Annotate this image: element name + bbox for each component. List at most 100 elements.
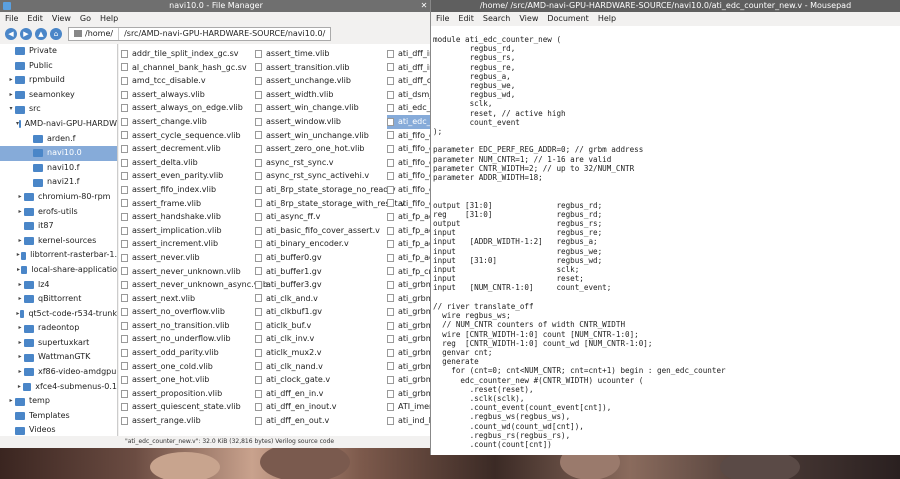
sidebar-item[interactable]: ▸ qt5ct-code-r534-trunk — [0, 307, 117, 322]
sidebar-item[interactable]: navi21.f — [0, 175, 117, 190]
file-item[interactable]: ati_async_ff.v — [255, 210, 387, 224]
file-item[interactable]: ati_dff_ou — [387, 74, 432, 88]
back-arrow-icon[interactable]: ◀ — [5, 28, 17, 40]
file-item[interactable]: assert_proposition.vlib — [121, 387, 253, 401]
menu-search[interactable]: Search — [483, 12, 510, 26]
menu-view[interactable]: View — [519, 12, 538, 26]
sidebar-item[interactable]: ▸ erofs-utils — [0, 205, 117, 220]
file-item[interactable]: ati_grbm — [387, 332, 432, 346]
file-item[interactable]: ati_dff_en_inout.v — [255, 400, 387, 414]
file-item[interactable]: assert_change.vlib — [121, 115, 253, 129]
fm-titlebar[interactable]: navi10.0 - File Manager ✕ — [0, 0, 432, 12]
file-item[interactable]: assert_fifo_index.vlib — [121, 183, 253, 197]
sidebar-item[interactable]: ▸ xfce4-submenus-0.1 — [0, 380, 117, 395]
file-item[interactable]: assert_implication.vlib — [121, 224, 253, 238]
sidebar-item[interactable]: ▸ rpmbuild — [0, 73, 117, 88]
file-item[interactable]: ati_fp_ad — [387, 237, 432, 251]
file-item[interactable]: assert_always_on_edge.vlib — [121, 101, 253, 115]
file-item[interactable]: assert_no_transition.vlib — [121, 319, 253, 333]
file-item[interactable]: ati_grbm — [387, 319, 432, 333]
file-item[interactable]: assert_never_unknown_async.vlib — [121, 278, 268, 292]
file-item[interactable]: ati_fp_ad — [387, 251, 432, 265]
file-item[interactable]: addr_tile_split_index_gc.sv — [121, 47, 253, 61]
up-arrow-icon[interactable]: ▲ — [35, 28, 47, 40]
file-item[interactable]: ati_dff_in — [387, 61, 432, 75]
file-item[interactable]: ati_grbm — [387, 346, 432, 360]
file-item[interactable]: ati_edc_c — [387, 114, 432, 129]
path-bar[interactable]: /home/ /src/AMD-navi-GPU-HARDWARE-SOURCE… — [68, 27, 332, 41]
file-item[interactable]: assert_delta.vlib — [121, 156, 253, 170]
file-item[interactable]: assert_decrement.vlib — [121, 142, 253, 156]
sidebar-item[interactable]: ▸ temp — [0, 394, 117, 409]
menu-file[interactable]: File — [436, 12, 449, 26]
file-item[interactable]: ati_fifo_c — [387, 169, 432, 183]
menu-view[interactable]: View — [52, 12, 71, 25]
file-item[interactable]: async_rst_sync.v — [255, 156, 387, 170]
file-item[interactable]: ati_grbm — [387, 305, 432, 319]
file-item[interactable]: ati_buffer0.gv — [255, 251, 387, 265]
expander-arrow-icon[interactable]: ▸ — [16, 292, 24, 307]
file-item[interactable]: ati_grbm — [387, 292, 432, 306]
sidebar-item[interactable]: arden.f — [0, 132, 117, 147]
menu-document[interactable]: Document — [547, 12, 588, 26]
mp-titlebar[interactable]: /home/ /src/AMD-navi-GPU-HARDWARE-SOURCE… — [431, 0, 900, 12]
path-segment-home[interactable]: /home/ — [69, 28, 120, 40]
file-item[interactable]: assert_never_unknown.vlib — [121, 265, 253, 279]
expander-arrow-icon[interactable]: ▸ — [16, 190, 24, 205]
file-item[interactable]: assert_increment.vlib — [121, 237, 253, 251]
file-item[interactable]: assert_win_unchange.vlib — [255, 129, 387, 143]
expander-arrow-icon[interactable]: ▸ — [16, 278, 24, 293]
file-item[interactable]: assert_no_underflow.vlib — [121, 332, 253, 346]
file-item[interactable]: ati_fp_ad — [387, 224, 432, 238]
expander-arrow-icon[interactable]: ▸ — [16, 234, 24, 249]
sidebar-item[interactable]: ▸ kernel-sources — [0, 234, 117, 249]
file-item[interactable]: assert_range.vlib — [121, 414, 253, 428]
expander-arrow-icon[interactable]: ▸ — [7, 394, 15, 409]
file-item[interactable]: ati_grbm — [387, 387, 432, 401]
file-item[interactable]: ati_basic_fifo_cover_assert.v — [255, 224, 387, 238]
code-content[interactable]: module ati_edc_counter_new ( regbus_rd, … — [433, 35, 900, 449]
menu-help[interactable]: Help — [598, 12, 616, 26]
menu-go[interactable]: Go — [80, 12, 91, 25]
file-item[interactable]: assert_width.vlib — [255, 88, 387, 102]
expander-arrow-icon[interactable]: ▸ — [7, 88, 15, 103]
file-item[interactable]: ati_dff_en_in.v — [255, 387, 387, 401]
file-item[interactable]: assert_win_change.vlib — [255, 101, 387, 115]
sidebar-item[interactable]: ▸ lz4 — [0, 278, 117, 293]
expander-arrow-icon[interactable]: ▸ — [16, 205, 24, 220]
file-item[interactable]: ati_grbm — [387, 360, 432, 374]
file-item[interactable]: assert_next.vlib — [121, 292, 253, 306]
file-item[interactable]: ati_dff_en_out.v — [255, 414, 387, 428]
sidebar-item[interactable]: Templates — [0, 409, 117, 424]
file-item[interactable]: ati_clock_gate.v — [255, 373, 387, 387]
file-item[interactable]: assert_even_parity.vlib — [121, 169, 253, 183]
file-item[interactable]: aticlk_buf.v — [255, 319, 387, 333]
file-item[interactable]: ati_fifo_c — [387, 156, 432, 170]
sidebar-item[interactable]: ▸ seamonkey — [0, 88, 117, 103]
sidebar-item[interactable]: Videos — [0, 423, 117, 436]
menu-file[interactable]: File — [5, 12, 18, 25]
expander-arrow-icon[interactable]: ▸ — [16, 365, 24, 380]
menu-help[interactable]: Help — [100, 12, 118, 25]
sidebar-item[interactable]: ▸ local-share-applicatio — [0, 263, 117, 278]
sidebar-item[interactable]: Public — [0, 59, 117, 74]
file-item[interactable]: ati_clk_and.v — [255, 292, 387, 306]
file-item[interactable]: ati_fp_ad — [387, 210, 432, 224]
file-item[interactable]: assert_zero_one_hot.vlib — [255, 142, 387, 156]
file-item[interactable]: ati_clk_nand.v — [255, 360, 387, 374]
expander-arrow-icon[interactable]: ▸ — [7, 73, 15, 88]
sidebar-item[interactable]: ▸ supertuxkart — [0, 336, 117, 351]
file-item[interactable]: assert_no_overflow.vlib — [121, 305, 253, 319]
file-item[interactable]: assert_transition.vlib — [255, 61, 387, 75]
sidebar-item[interactable]: navi10.f — [0, 161, 117, 176]
file-item[interactable]: ati_clk_inv.v — [255, 332, 387, 346]
file-item[interactable]: assert_window.vlib — [255, 115, 387, 129]
file-item[interactable]: ati_dff_in — [387, 47, 432, 61]
file-item[interactable]: ati_fifo_c — [387, 129, 432, 143]
file-item[interactable]: ati_clkbuf1.gv — [255, 305, 387, 319]
file-item[interactable]: ati_grbm — [387, 278, 432, 292]
sidebar-item[interactable]: ▸ chromium-80-rpm — [0, 190, 117, 205]
file-item[interactable]: al_channel_bank_hash_gc.sv — [121, 61, 253, 75]
file-item[interactable]: aticlk_mux2.v — [255, 346, 387, 360]
sidebar-item[interactable]: ▸ xf86-video-amdgpu — [0, 365, 117, 380]
